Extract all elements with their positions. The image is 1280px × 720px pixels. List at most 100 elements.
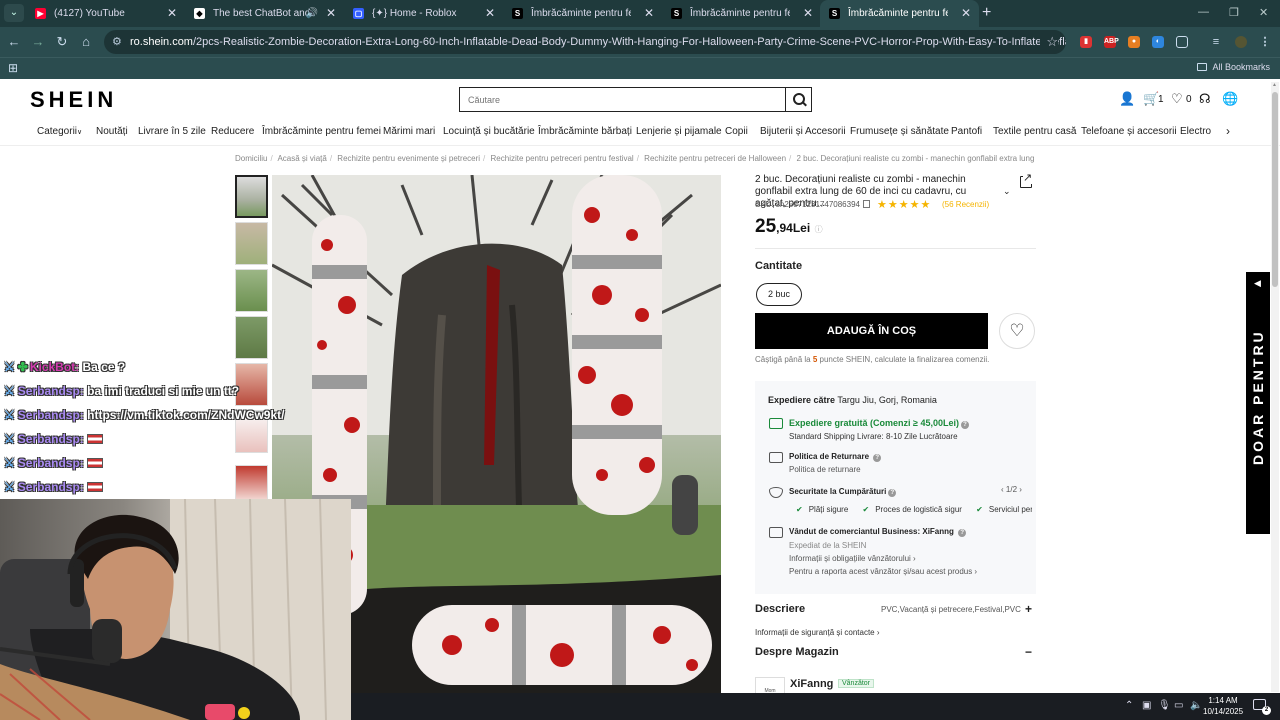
tab-shein-2[interactable]: S Îmbrăcăminte pentru femei și b ✕ [662, 0, 821, 27]
collapse-minus-icon[interactable]: − [1025, 645, 1032, 659]
microphone-icon[interactable]: 🎙 [1158, 700, 1171, 711]
nav-item[interactable]: Telefoane și accesorii [1081, 126, 1177, 137]
security-pager[interactable]: ‹ 1/2 › [1001, 485, 1022, 494]
nav-item[interactable]: Noutăți [96, 126, 128, 137]
close-icon[interactable]: ✕ [167, 0, 177, 27]
scroll-up-icon[interactable]: ▲ [1272, 82, 1277, 88]
tab-chatbot[interactable]: ◆ The best ChatBot and Widg 🔊 ✕ [185, 0, 344, 27]
nav-item[interactable]: Pantofi [951, 126, 982, 137]
back-icon[interactable]: ← [6, 34, 22, 49]
tab-shein-1[interactable]: S Îmbrăcăminte pentru femei și b ✕ [503, 0, 662, 27]
reviews-link[interactable]: (56 Recenzii) [942, 200, 989, 209]
store-logo[interactable]: Mom [755, 677, 785, 694]
breadcrumb-item[interactable]: Rechizite pentru petreceri pentru festiv… [491, 154, 634, 163]
help-icon[interactable]: ? [888, 489, 897, 497]
address-bar[interactable]: ⚙ ro.shein.com/2pcs-Realistic-Zombie-Dec… [104, 30, 1066, 54]
info-icon[interactable]: ⓘ [815, 225, 823, 234]
copy-icon[interactable] [862, 200, 870, 208]
close-icon[interactable]: ✕ [485, 0, 495, 27]
nav-item[interactable]: Îmbrăcăminte bărbați [538, 126, 632, 137]
chevron-right-icon[interactable]: › [1226, 124, 1230, 138]
extension-icon[interactable]: ◐ [1152, 36, 1164, 48]
extension-icon[interactable]: ▮ [1080, 36, 1092, 48]
description-title[interactable]: Descriere [755, 603, 805, 615]
nav-item[interactable]: Electro [1180, 126, 1211, 137]
breadcrumb-item[interactable]: Rechizite pentru evenimente și petreceri [337, 154, 480, 163]
reading-list-icon[interactable]: ≡ [1210, 36, 1222, 48]
tab-roblox[interactable]: ▢ {✦} Home - Roblox ✕ [344, 0, 503, 27]
profile-avatar[interactable] [1235, 36, 1247, 48]
add-to-cart-button[interactable]: ADAUGĂ ÎN COȘ [755, 313, 988, 349]
close-icon[interactable]: ✕ [803, 0, 813, 27]
restore-icon[interactable]: ❐ [1229, 6, 1239, 19]
nav-item[interactable]: Mărimi mari [383, 126, 435, 137]
volume-icon[interactable]: 🔈 [1190, 700, 1202, 711]
tray-overflow-icon[interactable]: ⌃ [1125, 700, 1133, 711]
thumbnail[interactable] [235, 175, 268, 218]
tab-search-button[interactable]: ⌄ [4, 4, 24, 22]
search-button[interactable] [785, 88, 811, 111]
support-icon[interactable]: ☊ [1199, 91, 1211, 107]
breadcrumb-item[interactable]: Domiciliu [235, 154, 267, 163]
apps-grid-icon[interactable]: ⊞ [8, 61, 18, 75]
help-icon[interactable]: ? [961, 421, 969, 429]
help-icon[interactable]: ? [873, 454, 882, 462]
network-icon[interactable]: ▭ [1174, 700, 1183, 711]
close-icon[interactable]: ✕ [326, 0, 336, 27]
site-info-icon[interactable]: ⚙ [112, 30, 122, 54]
nav-item[interactable]: Lenjerie și pijamale [636, 126, 722, 137]
report-seller-link[interactable]: Pentru a raporta acest vânzător și/sau a… [789, 567, 977, 576]
thumbnail[interactable] [235, 465, 268, 500]
ship-to-location[interactable]: Targu Jiu, Gorj, Romania [837, 395, 937, 405]
home-icon[interactable]: ⌂ [78, 34, 94, 49]
extensions-puzzle-icon[interactable] [1176, 36, 1188, 48]
taskbar-clock[interactable]: 1:14 AM 10/14/2025 [1203, 695, 1243, 717]
thumbnail[interactable] [235, 363, 268, 406]
tab-shein-active[interactable]: S Îmbrăcăminte pentru femei și b ✕ [820, 0, 979, 27]
chevron-down-icon[interactable]: ⌄ [1003, 186, 1011, 197]
nav-item[interactable]: Locuință și bucătărie [443, 126, 535, 137]
thumbnail[interactable] [235, 316, 268, 359]
store-section-title[interactable]: Despre Magazin [755, 646, 839, 658]
side-promo-tab[interactable]: ◀ DOAR PENTRU [1246, 272, 1270, 534]
safety-info-link[interactable]: Informații de siguranță și contacte › [755, 628, 880, 637]
extension-icon[interactable]: ● [1128, 36, 1140, 48]
expand-plus-icon[interactable]: + [1025, 602, 1032, 616]
breadcrumb-item[interactable]: Acasă și viață [277, 154, 326, 163]
reload-icon[interactable]: ↻ [54, 34, 70, 50]
nav-item[interactable]: Copii [725, 126, 748, 137]
all-bookmarks-button[interactable]: All Bookmarks [1197, 62, 1270, 72]
adblock-icon[interactable]: ABP [1104, 36, 1119, 48]
nav-item[interactable]: Bijuterii și Accesorii [760, 126, 846, 137]
tray-app-icon[interactable]: ▣ [1142, 700, 1151, 711]
nav-item[interactable]: Categorii [37, 126, 77, 137]
thumbnail[interactable] [235, 269, 268, 312]
nav-item[interactable]: Frumusețe și sănătate [850, 126, 949, 137]
return-policy-link[interactable]: Politica de returnare [789, 465, 861, 474]
nav-item[interactable]: Îmbrăcăminte pentru femei [262, 126, 381, 137]
wishlist-icon[interactable]: ♡ [1171, 91, 1183, 107]
scrollbar-thumb[interactable] [1272, 92, 1278, 287]
close-icon[interactable]: ✕ [644, 0, 654, 27]
cart-icon[interactable]: 🛒 [1143, 91, 1159, 107]
nav-item[interactable]: Reducere [211, 126, 254, 137]
page-scrollbar[interactable]: ▲ [1271, 82, 1279, 692]
share-icon[interactable] [1020, 172, 1033, 188]
breadcrumb-item[interactable]: Rechizite pentru petreceri de Halloween [644, 154, 786, 163]
nav-item[interactable]: Livrare în 5 zile [138, 126, 206, 137]
account-icon[interactable]: 👤 [1119, 91, 1135, 107]
wishlist-heart-button[interactable]: ♡ [999, 313, 1035, 349]
help-icon[interactable]: ? [958, 529, 967, 537]
bookmark-star-icon[interactable]: ☆ [1040, 30, 1058, 54]
nav-item[interactable]: Textile pentru casă [993, 126, 1076, 137]
minimize-icon[interactable]: — [1198, 6, 1209, 18]
new-tab-button[interactable]: + [982, 4, 991, 22]
store-name[interactable]: XiFanng [790, 678, 833, 690]
tab-youtube[interactable]: ▶ (4127) YouTube ✕ [26, 0, 185, 27]
language-globe-icon[interactable]: 🌐 [1222, 91, 1238, 107]
seller-info-link[interactable]: Informații și obligațiile vânzătorului › [789, 554, 916, 563]
return-policy-title[interactable]: Politica de Returnare ? [789, 452, 882, 462]
speaker-icon[interactable]: 🔊 [306, 0, 318, 27]
browser-menu-icon[interactable]: ⋮ [1259, 36, 1271, 48]
search-input[interactable] [460, 88, 786, 111]
